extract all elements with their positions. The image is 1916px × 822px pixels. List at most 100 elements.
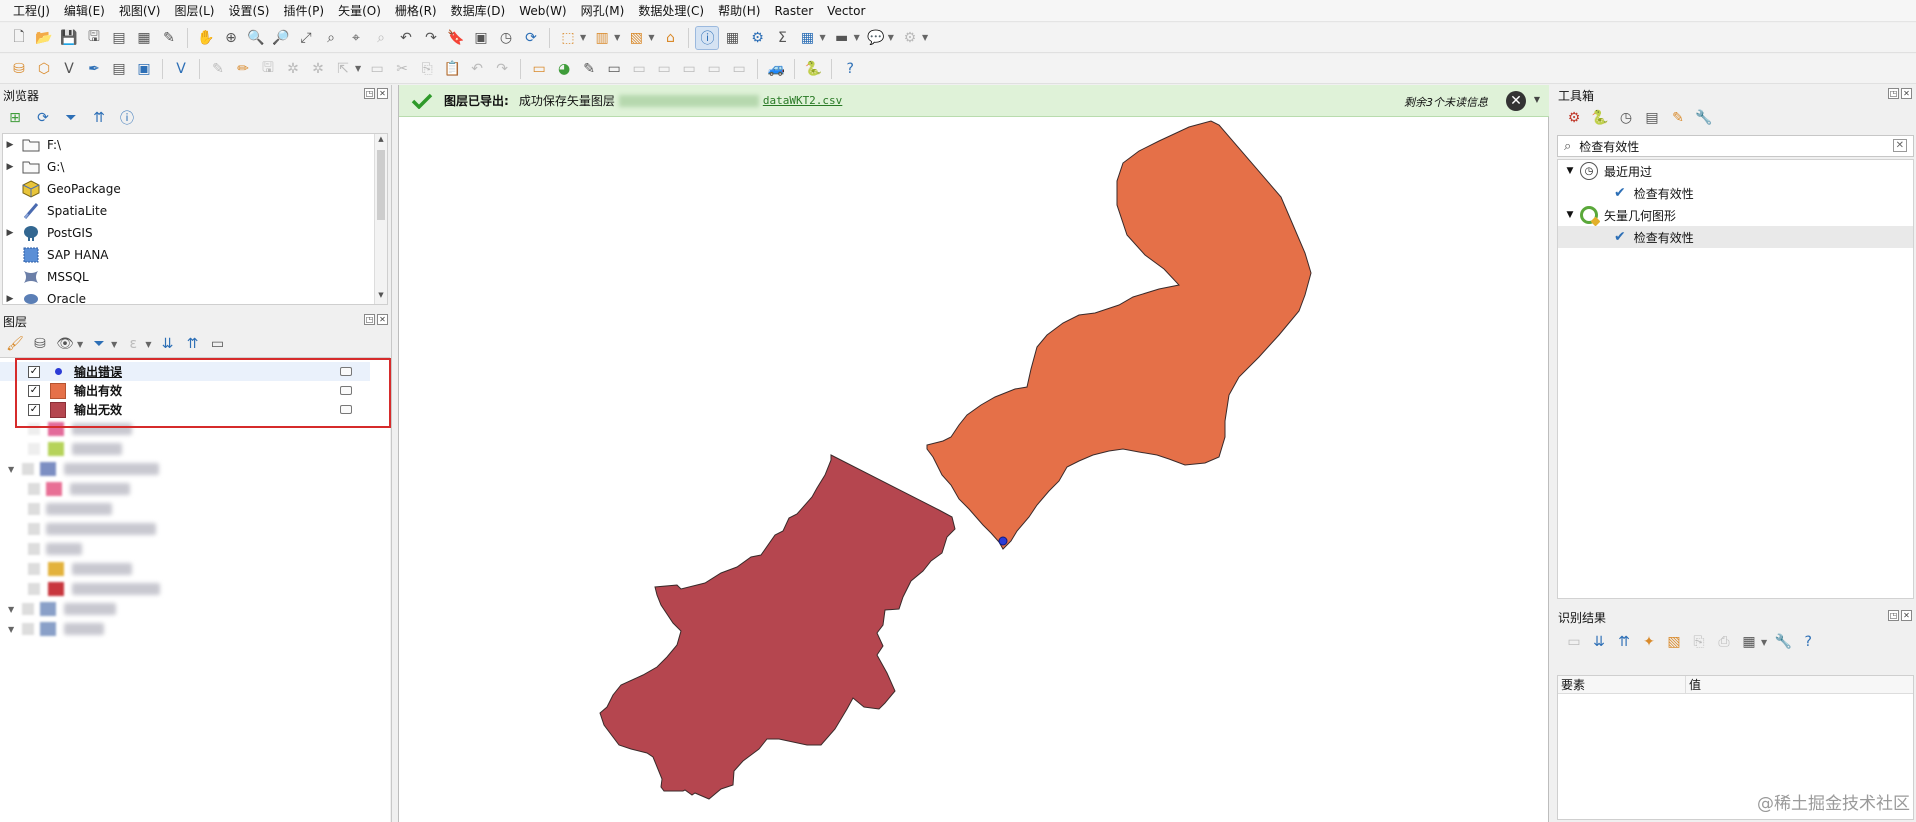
new-geopackage-icon[interactable]: ⬡ bbox=[33, 58, 55, 80]
bookmark-new-icon[interactable]: 🔖 bbox=[445, 27, 467, 49]
close-panel-icon[interactable]: ✕ bbox=[1901, 88, 1912, 99]
close-panel-icon[interactable]: ✕ bbox=[377, 314, 388, 325]
filter-icon[interactable]: ⏷ bbox=[60, 107, 82, 129]
settings-gear-icon[interactable]: ⚙ bbox=[746, 27, 768, 49]
label-show-hide-icon[interactable]: ▭ bbox=[703, 58, 725, 80]
identify-mode-icon[interactable]: ▦ bbox=[1738, 631, 1760, 653]
menu-item[interactable]: 插件(P) bbox=[276, 0, 331, 22]
zoom-last-icon[interactable]: ↶ bbox=[395, 27, 417, 49]
highlight-labels-icon[interactable]: ▭ bbox=[603, 58, 625, 80]
browser-item[interactable]: MSSQL bbox=[3, 266, 387, 288]
refresh-icon[interactable]: ⟳ bbox=[32, 107, 54, 129]
save-as-icon[interactable]: 🖫 bbox=[83, 27, 105, 49]
copy-feature-icon[interactable]: ⎘ bbox=[1688, 631, 1710, 653]
menu-item[interactable]: 图层(L) bbox=[167, 0, 221, 22]
zoom-selection-icon[interactable]: ⌕ bbox=[320, 27, 342, 49]
plugin-car-icon[interactable]: 🚙 bbox=[765, 58, 787, 80]
collapse-arrow-icon[interactable]: ▼ bbox=[1560, 166, 1580, 176]
add-group-icon[interactable]: ⛁ bbox=[29, 333, 51, 355]
message-file-link[interactable]: dataWKT2.csv bbox=[763, 94, 842, 107]
diagram-icon[interactable]: ◕ bbox=[553, 58, 575, 80]
annotation-gear-icon[interactable]: ⚙ bbox=[899, 27, 921, 49]
toggle-editing-icon[interactable]: ✏ bbox=[232, 58, 254, 80]
zoom-layer-icon[interactable]: ⌖ bbox=[345, 27, 367, 49]
print-layout-icon[interactable]: ▤ bbox=[108, 27, 130, 49]
save-project-icon[interactable]: 💾 bbox=[58, 27, 80, 49]
expand-tree-icon[interactable]: ⇊ bbox=[1588, 631, 1610, 653]
expand-arrow-icon[interactable]: ▶ bbox=[3, 162, 17, 172]
menu-item[interactable]: 矢量(O) bbox=[331, 0, 388, 22]
measure-icon[interactable]: ▦ bbox=[721, 27, 743, 49]
save-edits-icon[interactable]: 🖫 bbox=[257, 58, 279, 80]
print-response-icon[interactable]: ⎙ bbox=[1713, 631, 1735, 653]
collapse-all-icon[interactable]: ⇈ bbox=[181, 333, 203, 355]
collapse-arrow-icon[interactable]: ▼ bbox=[1560, 210, 1580, 220]
menu-item[interactable]: 工程(J) bbox=[6, 0, 57, 22]
label-change-icon[interactable]: ▭ bbox=[678, 58, 700, 80]
float-panel-icon[interactable]: ◳ bbox=[364, 88, 375, 99]
label-rotate-icon[interactable]: ▭ bbox=[653, 58, 675, 80]
info-icon[interactable]: ⓘ bbox=[116, 107, 138, 129]
vertex-tool-icon[interactable]: ✲ bbox=[307, 58, 329, 80]
add-vector-icon[interactable]: V bbox=[170, 58, 192, 80]
pin-labels-icon[interactable]: ✎ bbox=[578, 58, 600, 80]
collapse-tree-icon[interactable]: ⇈ bbox=[1613, 631, 1635, 653]
data-source-manager-icon[interactable]: ⛁ bbox=[8, 58, 30, 80]
browser-item[interactable]: GeoPackage bbox=[3, 178, 387, 200]
column-header-value[interactable]: 值 bbox=[1686, 676, 1701, 693]
float-panel-icon[interactable]: ◳ bbox=[364, 314, 375, 325]
browser-item[interactable]: SpatiaLite bbox=[3, 200, 387, 222]
expand-arrow-icon[interactable]: ▶ bbox=[3, 140, 17, 150]
float-panel-icon[interactable]: ◳ bbox=[1888, 610, 1899, 621]
float-panel-icon[interactable]: ◳ bbox=[1888, 88, 1899, 99]
browser-scrollbar[interactable]: ▲ ▼ bbox=[374, 134, 387, 304]
new-virtual-layer-icon[interactable]: ▣ bbox=[133, 58, 155, 80]
style-manager-icon[interactable]: ✎ bbox=[158, 27, 180, 49]
close-message-icon[interactable]: ✕ bbox=[1506, 91, 1526, 111]
menu-item[interactable]: 帮助(H) bbox=[711, 0, 767, 22]
filter-legend-icon[interactable]: ⏷ bbox=[88, 333, 110, 355]
menu-item[interactable]: 数据处理(C) bbox=[631, 0, 711, 22]
pan-hand-icon[interactable]: ✋ bbox=[195, 27, 217, 49]
attribute-table-icon[interactable]: ▦ bbox=[796, 27, 818, 49]
identify-open-form-icon[interactable]: ▭ bbox=[1563, 631, 1585, 653]
add-feature-icon[interactable]: ✲ bbox=[282, 58, 304, 80]
map-canvas[interactable]: 图层已导出: 成功保存矢量图层 dataWKT2.csv 剩余3个未读信息 ✕ … bbox=[398, 85, 1550, 822]
temporal-controller-icon[interactable]: ◷ bbox=[495, 27, 517, 49]
python-console-icon[interactable]: 🐍 bbox=[802, 58, 824, 80]
bookmarks-icon[interactable]: ▣ bbox=[470, 27, 492, 49]
redo-icon[interactable]: ↷ bbox=[491, 58, 513, 80]
zoom-next-icon[interactable]: ↷ bbox=[420, 27, 442, 49]
layout-manager-icon[interactable]: ▦ bbox=[133, 27, 155, 49]
expand-all-icon[interactable]: ⇊ bbox=[156, 333, 178, 355]
options-wrench-icon[interactable]: 🔧 bbox=[1693, 107, 1715, 129]
menu-item[interactable]: Web(W) bbox=[512, 0, 573, 22]
zoom-native-icon[interactable]: ⌕ bbox=[370, 27, 392, 49]
help-icon[interactable]: ? bbox=[839, 58, 861, 80]
menu-item[interactable]: 网孔(M) bbox=[574, 0, 632, 22]
unread-messages-count[interactable]: 剩余3个未读信息 bbox=[1404, 94, 1488, 110]
deselect-results-icon[interactable]: ▧ bbox=[1663, 631, 1685, 653]
edits-icon[interactable]: ✎ bbox=[207, 58, 229, 80]
close-panel-icon[interactable]: ✕ bbox=[377, 88, 388, 99]
new-memory-layer-icon[interactable]: ▤ bbox=[108, 58, 130, 80]
menu-item[interactable]: Raster bbox=[767, 0, 820, 22]
toolbox-algorithm-selected[interactable]: ✔ 检查有效性 bbox=[1558, 226, 1913, 248]
clear-search-icon[interactable]: ✕ bbox=[1892, 139, 1907, 152]
menu-item[interactable]: Vector bbox=[820, 0, 872, 22]
browser-item[interactable]: ▶ Oracle bbox=[3, 288, 387, 304]
undo-icon[interactable]: ↶ bbox=[466, 58, 488, 80]
edit-features-in-place-icon[interactable]: ✎ bbox=[1667, 107, 1689, 129]
new-shapefile-icon[interactable]: V bbox=[58, 58, 80, 80]
history-clock-icon[interactable]: ◷ bbox=[1615, 107, 1637, 129]
label-move-icon[interactable]: ▭ bbox=[628, 58, 650, 80]
identify-settings-wrench-icon[interactable]: 🔧 bbox=[1772, 631, 1794, 653]
zoom-out-icon[interactable]: 🔎 bbox=[270, 27, 292, 49]
message-menu-caret-icon[interactable]: ▼ bbox=[1534, 95, 1540, 104]
copy-features-icon[interactable]: ⎘ bbox=[416, 58, 438, 80]
collapse-all-icon[interactable]: ⇈ bbox=[88, 107, 110, 129]
toolbox-algorithm[interactable]: ✔ 检查有效性 bbox=[1558, 182, 1913, 204]
zoom-in-icon[interactable]: 🔍 bbox=[245, 27, 267, 49]
identify-features-icon[interactable]: ⓘ bbox=[695, 25, 720, 50]
new-spatialite-icon[interactable]: ✒ bbox=[83, 58, 105, 80]
